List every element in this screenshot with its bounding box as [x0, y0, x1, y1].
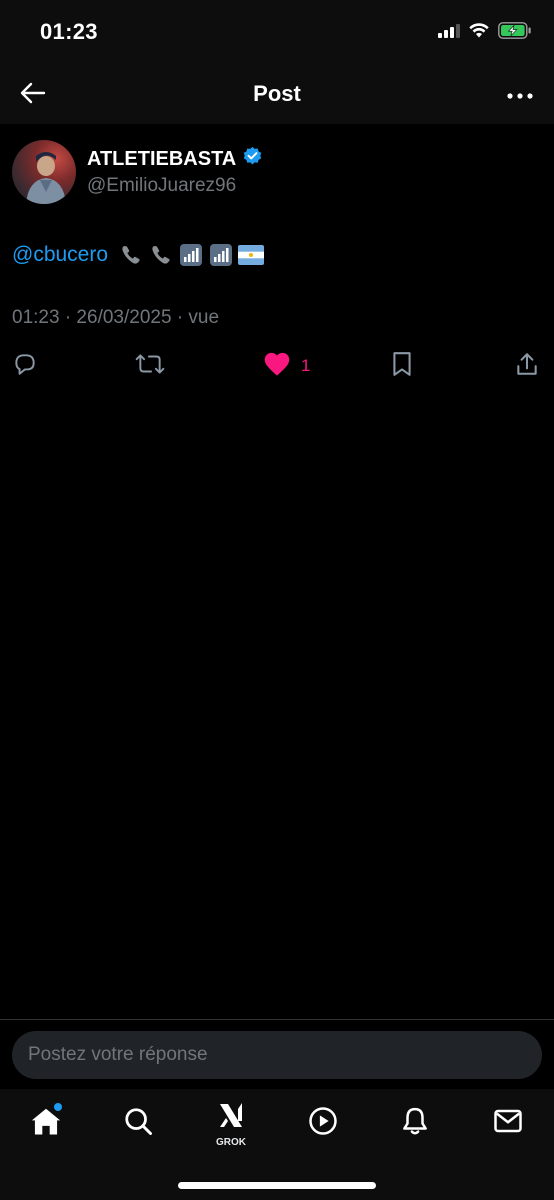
- bookmark-button[interactable]: [390, 349, 414, 383]
- battery-charging-icon: [498, 22, 532, 44]
- status-time: 01:23: [40, 19, 98, 44]
- play-circle-icon: [308, 1106, 338, 1141]
- share-button[interactable]: [514, 349, 540, 383]
- grok-label: GROK: [216, 1137, 246, 1148]
- author-name-row: ATLETIEBASTA: [87, 146, 263, 172]
- antenna-bars-emoji: [208, 242, 234, 268]
- grok-icon: [217, 1101, 245, 1136]
- more-options-button[interactable]: [502, 78, 538, 112]
- like-button[interactable]: 1: [263, 349, 310, 383]
- tab-grok[interactable]: GROK: [211, 1101, 251, 1148]
- post-text: @cbucero: [12, 242, 265, 268]
- antenna-bars-emoji: [178, 242, 204, 268]
- reply-composer: [0, 1019, 554, 1090]
- argentina-flag-emoji: [238, 242, 265, 268]
- mention-link[interactable]: @cbucero: [12, 243, 108, 267]
- more-horizontal-icon: [507, 86, 533, 104]
- author-name[interactable]: ATLETIEBASTA: [87, 148, 236, 171]
- tab-home[interactable]: [26, 1103, 66, 1143]
- tab-search[interactable]: [118, 1103, 158, 1143]
- wifi-icon: [469, 23, 489, 43]
- share-icon: [514, 351, 540, 382]
- repost-button[interactable]: [135, 349, 165, 383]
- telephone-receiver-emoji: [148, 242, 174, 268]
- bell-icon: [400, 1106, 430, 1141]
- author-handle[interactable]: @EmilioJuarez96: [87, 175, 236, 197]
- mail-icon: [493, 1107, 523, 1140]
- post-actions: 1: [0, 349, 554, 383]
- reply-button[interactable]: [12, 349, 38, 383]
- tab-notifications[interactable]: [395, 1103, 435, 1143]
- cellular-signal-icon: [438, 23, 460, 43]
- notification-dot: [54, 1103, 62, 1111]
- post-header: Post: [0, 66, 554, 124]
- post-timestamp: 01:23 · 26/03/2025 · vue: [12, 307, 220, 328]
- tab-messages[interactable]: [488, 1103, 528, 1143]
- heart-filled-icon: [263, 351, 291, 382]
- bookmark-icon: [390, 351, 414, 382]
- search-icon: [123, 1106, 153, 1141]
- repost-icon: [135, 351, 165, 382]
- tab-video[interactable]: [303, 1103, 343, 1143]
- telephone-receiver-emoji: [118, 242, 144, 268]
- reply-input[interactable]: [12, 1031, 542, 1079]
- verified-badge-icon: [242, 146, 263, 172]
- page-title: Post: [253, 81, 301, 106]
- avatar[interactable]: [12, 140, 76, 204]
- status-bar: 01:23: [0, 0, 554, 66]
- reply-icon: [12, 351, 38, 382]
- like-count: 1: [301, 356, 311, 375]
- status-icons: [438, 22, 532, 44]
- home-indicator[interactable]: [178, 1182, 376, 1189]
